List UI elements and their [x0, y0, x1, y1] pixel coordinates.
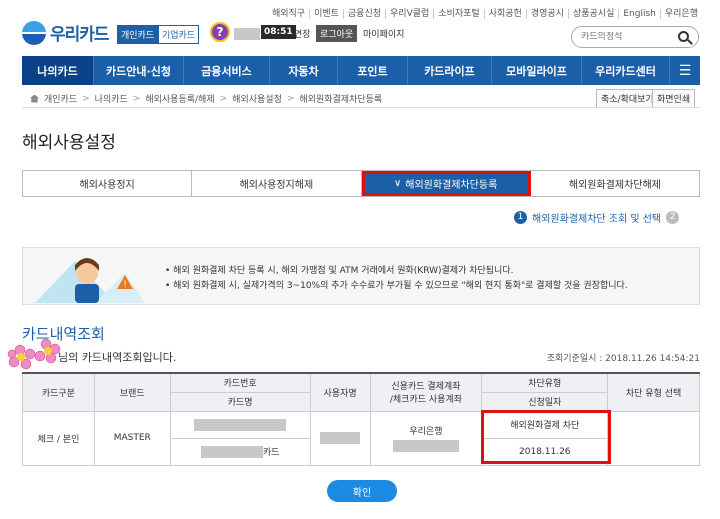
cell-brand: MASTER [93, 410, 171, 466]
card-name-redacted [200, 446, 263, 459]
col-card-name: 카드명 [169, 391, 311, 412]
nav-card-center[interactable]: 우리카드센터 [582, 56, 670, 85]
breadcrumb-item[interactable]: 해외사용설정 [232, 92, 282, 105]
top-link-apply[interactable]: 금융신청 [342, 9, 385, 19]
divider [22, 107, 700, 108]
top-links: 해외직구 이벤트 금융신청 우리V클럽 소비자포털 사회공헌 경영공시 상품공시… [268, 9, 702, 19]
session-timer: 08:51 [261, 25, 296, 39]
extend-session-link[interactable]: 연장 [294, 27, 311, 40]
col-block-type: 차단유형 [481, 372, 609, 393]
mypage-link[interactable]: 마이페이지 [363, 27, 404, 40]
breadcrumb-current: 해외원화결제차단등록 [299, 95, 383, 105]
home-icon[interactable] [30, 94, 39, 103]
card-name-suffix: 카드 [262, 447, 280, 458]
cell-card-name: 카드 [169, 437, 311, 466]
notice-line: • 해외 원화결제 시, 실제가격의 3~10%의 추가 수수료가 부가될 수 … [165, 281, 628, 291]
nav-card-apply[interactable]: 카드안내·신청 [94, 56, 184, 85]
logout-button[interactable]: 로그아웃 [316, 25, 358, 42]
card-number-redacted [194, 418, 287, 431]
col-select: 차단 유형 선택 [607, 372, 700, 412]
card-table: 카드구분 브랜드 카드번호 사용자명 신용카드 결제계좌 /체크카드 사용계좌 … [22, 372, 700, 466]
page-title: 해외사용설정 [22, 133, 116, 153]
step-2-badge: 2 [666, 211, 680, 224]
tab-suspend-release[interactable]: 해외사용정지해제 [192, 171, 362, 196]
logo[interactable]: 우리카드 [22, 20, 110, 45]
tab-bar: 해외사용정지 해외사용정지해제 ∨ 해외원화결제차단등록 해외원화결제차단해제 [22, 170, 700, 197]
user-redacted [320, 432, 361, 444]
logo-icon [22, 20, 46, 45]
tab-suspend[interactable]: 해외사용정지 [23, 171, 193, 196]
breadcrumb-item[interactable]: 해외사용등록/해제 [145, 92, 214, 105]
table-row[interactable]: 체크 / 본인 MASTER 우리은행 해외원화결제 차단 [22, 410, 700, 466]
advisor-illustration-icon: ! [35, 258, 145, 303]
account-redacted [392, 440, 459, 452]
search-icon[interactable] [678, 31, 689, 42]
corporate-card-tab[interactable]: 기업카드 [158, 25, 200, 44]
top-link-direct[interactable]: 해외직구 [268, 9, 309, 19]
nav-mobile-life[interactable]: 모바일라이프 [492, 56, 582, 85]
base-datetime: 조회기준일시 : 2018.11.26 14:54:21 [546, 354, 700, 364]
search-input[interactable] [581, 32, 676, 42]
breadcrumb-item[interactable]: 나의카드 [95, 92, 128, 105]
notice-box: ! • 해외 원화결제 차단 등록 시, 해외 가맹점 및 ATM 거래에서 원… [22, 247, 700, 305]
top-link-disclosure[interactable]: 경영공시 [525, 9, 568, 19]
top-link-vclub[interactable]: 우리V클럽 [385, 9, 433, 19]
col-account: 신용카드 결제계좌 /체크카드 사용계좌 [369, 372, 483, 412]
print-button[interactable]: 화면인쇄 [652, 89, 696, 108]
step-1-badge: 1 [514, 211, 527, 224]
tab-label: 해외원화결제차단등록 [405, 180, 498, 191]
search-box [571, 26, 699, 48]
tab-krw-block-register[interactable]: ∨ 해외원화결제차단등록 [361, 171, 531, 196]
zoom-button[interactable]: 축소/확대보기 [596, 89, 659, 108]
confirm-button[interactable]: 확인 [327, 480, 397, 502]
top-link-bank[interactable]: 우리은행 [659, 9, 702, 19]
svg-text:!: ! [123, 280, 127, 290]
personal-card-tab[interactable]: 개인카드 [117, 25, 159, 44]
nav-car[interactable]: 자동차 [270, 56, 338, 85]
cell-select[interactable] [607, 410, 700, 466]
cell-user [309, 410, 371, 466]
breadcrumb: 개인카드 > 나의카드 > 해외사용등록/해제 > 해외사용설정 > 해외원화결제차단등… [30, 92, 382, 105]
col-card-number: 카드번호 [169, 372, 311, 393]
cell-card-type: 체크 / 본인 [22, 410, 95, 466]
notice-text: • 해외 원화결제 차단 등록 시, 해외 가맹점 및 ATM 거래에서 원화(… [165, 264, 628, 294]
nav-point[interactable]: 포인트 [338, 56, 408, 85]
cell-block-type: 해외원화결제 차단 [481, 410, 609, 439]
nav-my-card[interactable]: 나의카드 [22, 56, 94, 85]
flower-decoration-icon [7, 338, 61, 370]
chevron-down-icon: ∨ [393, 178, 402, 189]
main-nav: 나의카드 카드안내·신청 금융서비스 자동차 포인트 카드라이프 모바일라이프 … [22, 56, 700, 85]
top-link-consumer[interactable]: 소비자포털 [433, 9, 483, 19]
col-brand: 브랜드 [93, 372, 171, 412]
col-reg-date: 신청일자 [481, 391, 609, 412]
help-icon[interactable]: ? [210, 22, 230, 42]
logo-text: 우리카드 [50, 25, 110, 45]
card-list-subtitle: 님의 카드내역조회입니다. [58, 351, 177, 364]
col-account-line1: 신용카드 결제계좌 [391, 382, 461, 393]
cell-account: 우리은행 [369, 410, 483, 466]
user-name-redacted [234, 28, 260, 40]
breadcrumb-item[interactable]: 개인카드 [44, 92, 77, 105]
step-indicator: 1 해외원화결제차단 조회 및 선택 2 [514, 210, 680, 225]
nav-card-life[interactable]: 카드라이프 [408, 56, 492, 85]
nav-finance[interactable]: 금융서비스 [184, 56, 270, 85]
menu-icon[interactable]: ☰ [670, 56, 700, 85]
col-card-type: 카드구분 [22, 372, 95, 412]
top-link-product[interactable]: 상품공시실 [567, 9, 618, 19]
step-label: 해외원화결제차단 조회 및 선택 [532, 214, 662, 225]
top-link-english[interactable]: English [618, 9, 660, 19]
top-link-social[interactable]: 사회공헌 [483, 9, 526, 19]
col-account-line2: /체크카드 사용계좌 [389, 395, 463, 406]
cell-card-number [169, 410, 311, 439]
bank-name: 우리은행 [409, 427, 443, 437]
cell-reg-date: 2018.11.26 [481, 437, 609, 466]
notice-line: • 해외 원화결제 차단 등록 시, 해외 가맹점 및 ATM 거래에서 원화(… [165, 266, 514, 276]
col-user: 사용자명 [309, 372, 371, 412]
tab-krw-block-release[interactable]: 해외원화결제차단해제 [530, 171, 699, 196]
top-link-event[interactable]: 이벤트 [309, 9, 343, 19]
